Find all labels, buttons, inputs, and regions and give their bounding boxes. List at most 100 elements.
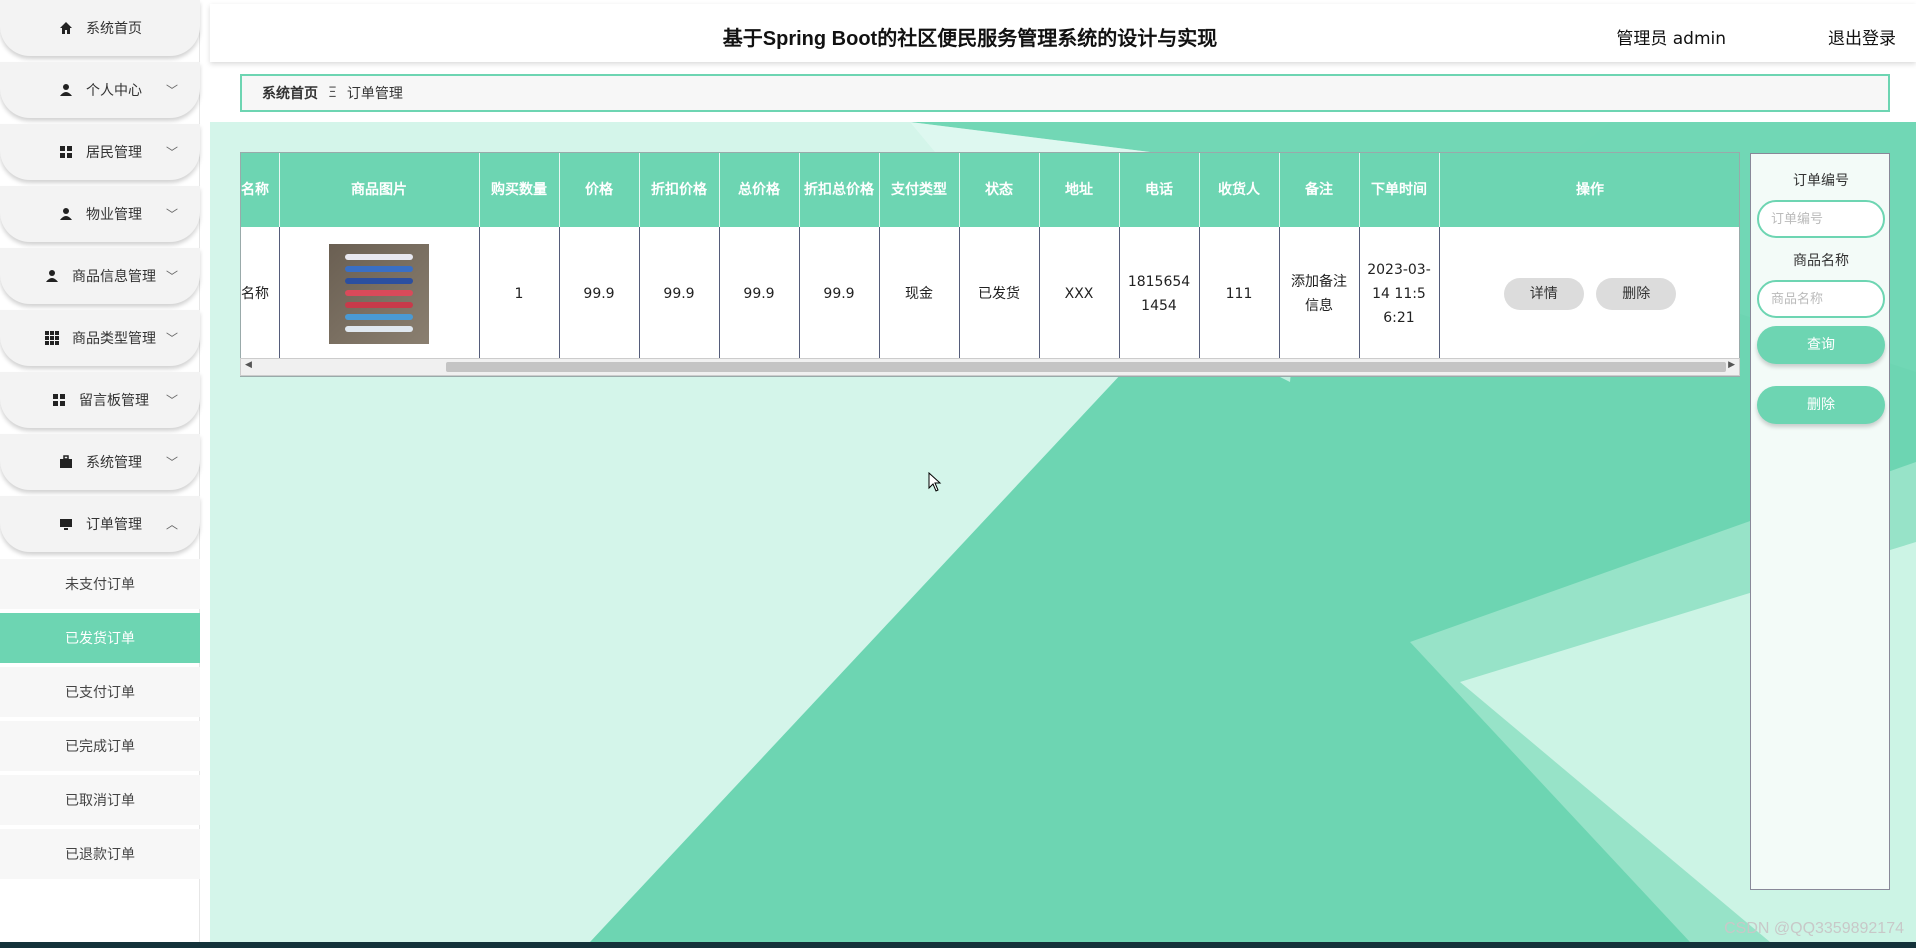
- user-icon: [58, 206, 74, 222]
- chevron-down-icon: ﹀: [165, 83, 178, 98]
- chevron-down-icon: ﹀: [165, 331, 178, 346]
- sub-item-completed-orders[interactable]: 已完成订单: [0, 721, 200, 771]
- sub-item-unpaid-orders[interactable]: 未支付订单: [0, 559, 200, 609]
- col-header: 支付类型: [879, 153, 960, 227]
- sidebar-item-product-type[interactable]: 商品类型管理 ﹀: [0, 310, 200, 366]
- sub-item-refunded-orders[interactable]: 已退款订单: [0, 829, 200, 879]
- col-header: 价格: [559, 153, 640, 227]
- toothbrush-shape: [345, 301, 413, 308]
- logout-link[interactable]: 退出登录: [1828, 24, 1896, 49]
- breadcrumb-separator: Ξ: [328, 85, 337, 101]
- col-header: 折扣总价格: [799, 153, 880, 227]
- cell-actions: 详情 删除: [1439, 227, 1739, 360]
- grid-icon: [51, 392, 67, 408]
- detail-button[interactable]: 详情: [1503, 277, 1584, 310]
- sidebar-item-residents[interactable]: 居民管理 ﹀: [0, 124, 200, 180]
- scroll-right-icon[interactable]: ▶: [1728, 360, 1735, 370]
- watermark: CSDN @QQ3359892174: [1724, 920, 1904, 937]
- sidebar-item-label: 个人中心: [86, 83, 142, 99]
- home-icon: [58, 20, 74, 36]
- cell-order-time: 2023-03-14 11:56:21: [1359, 227, 1440, 360]
- sidebar-item-label: 商品类型管理: [72, 331, 156, 347]
- order-no-input[interactable]: [1757, 200, 1885, 238]
- breadcrumb-home[interactable]: 系统首页: [262, 83, 318, 103]
- breadcrumb-current: 订单管理: [346, 86, 403, 102]
- col-header: 状态: [959, 153, 1040, 227]
- sidebar-item-property[interactable]: 物业管理 ﹀: [0, 186, 200, 242]
- order-no-label: 订单编号: [1793, 173, 1849, 189]
- grid9-icon: [44, 330, 60, 346]
- sub-item-shipped-orders[interactable]: 已发货订单: [0, 613, 200, 663]
- top-header: 基于Spring Boot的社区便民服务管理系统的设计与实现 管理员 admin…: [210, 4, 1916, 62]
- col-header: 折扣价格: [639, 153, 720, 227]
- sidebar-item-label: 留言板管理: [79, 393, 149, 409]
- cell-product-image: [279, 227, 480, 360]
- cell-discount-total: 99.9: [799, 227, 880, 360]
- chevron-down-icon: ﹀: [165, 145, 178, 160]
- orders-table: 名称 商品图片 购买数量 价格 折扣价格 总价格 折扣总价格 支付类型 状态 地…: [240, 152, 1740, 377]
- product-image: [329, 243, 429, 344]
- table-header-row: 名称 商品图片 购买数量 价格 折扣价格 总价格 折扣总价格 支付类型 状态 地…: [241, 153, 1739, 227]
- sidebar-item-label: 订单管理: [86, 517, 142, 533]
- toothbrush-shape: [345, 265, 413, 272]
- cell-address: XXX: [1039, 227, 1120, 360]
- col-header: 电话: [1119, 153, 1200, 227]
- scrollbar-thumb[interactable]: [446, 362, 1726, 372]
- col-header: 商品图片: [279, 153, 480, 227]
- product-name-input[interactable]: [1757, 280, 1885, 318]
- admin-label: 管理员 admin: [1616, 29, 1726, 49]
- col-header: 下单时间: [1359, 153, 1440, 227]
- user-icon: [58, 82, 74, 98]
- col-header: 操作: [1439, 153, 1739, 227]
- cell-price: 99.9: [559, 227, 640, 360]
- toothbrush-shape: [345, 313, 413, 320]
- sidebar-item-system[interactable]: 系统管理 ﹀: [0, 434, 200, 490]
- col-header: 地址: [1039, 153, 1120, 227]
- user-icon: [44, 268, 60, 284]
- col-header: 总价格: [719, 153, 800, 227]
- toothbrush-shape: [345, 277, 413, 284]
- briefcase-icon: [58, 454, 74, 470]
- table-row: 名称 1 99.9 99.9 99.9 99.9 现金 已发货 XXX 1815…: [241, 227, 1739, 360]
- sidebar-item-message-board[interactable]: 留言板管理 ﹀: [0, 372, 200, 428]
- chevron-down-icon: ﹀: [165, 393, 178, 408]
- cell-quantity: 1: [479, 227, 560, 360]
- search-panel: 订单编号 商品名称 查询 删除: [1750, 153, 1890, 890]
- sub-item-cancelled-orders[interactable]: 已取消订单: [0, 775, 200, 825]
- col-header: 购买数量: [479, 153, 560, 227]
- sidebar-item-label: 商品信息管理: [72, 269, 156, 285]
- cell-discount-price: 99.9: [639, 227, 720, 360]
- cell-total: 99.9: [719, 227, 800, 360]
- grid-icon: [58, 144, 74, 160]
- toothbrush-shape: [345, 253, 413, 260]
- sub-item-paid-orders[interactable]: 已支付订单: [0, 667, 200, 717]
- col-header: 备注: [1279, 153, 1360, 227]
- sidebar-item-product-info[interactable]: 商品信息管理 ﹀: [0, 248, 200, 304]
- sidebar-item-label: 系统管理: [86, 455, 142, 471]
- horizontal-scrollbar[interactable]: ◀ ▶: [240, 358, 1740, 376]
- sidebar-item-label: 居民管理: [86, 145, 142, 161]
- cell-remark: 添加备注信息: [1279, 227, 1360, 360]
- sidebar-item-label: 物业管理: [86, 207, 142, 223]
- delete-button[interactable]: 删除: [1757, 386, 1885, 424]
- product-name-label: 商品名称: [1793, 253, 1849, 269]
- sidebar-item-label: 系统首页: [86, 21, 142, 37]
- mouse-cursor-icon: [928, 471, 942, 496]
- scroll-left-icon[interactable]: ◀: [245, 360, 252, 370]
- chevron-down-icon: ﹀: [165, 207, 178, 222]
- breadcrumb: 系统首页 Ξ 订单管理: [240, 74, 1890, 112]
- sidebar-item-orders[interactable]: 订单管理 ︿: [0, 496, 200, 552]
- cell-status: 已发货: [959, 227, 1040, 360]
- chevron-down-icon: ﹀: [165, 455, 178, 470]
- sidebar-item-personal-center[interactable]: 个人中心 ﹀: [0, 62, 200, 118]
- toothbrush-shape: [345, 325, 413, 332]
- taskbar: [0, 942, 1916, 948]
- monitor-icon: [58, 516, 74, 532]
- col-header: 收货人: [1199, 153, 1280, 227]
- page-title: 基于Spring Boot的社区便民服务管理系统的设计与实现: [722, 28, 1218, 50]
- cell-receiver: 111: [1199, 227, 1280, 360]
- sidebar-item-home[interactable]: 系统首页: [0, 0, 200, 56]
- delete-row-button[interactable]: 删除: [1596, 277, 1677, 310]
- col-header: 名称: [241, 153, 280, 227]
- query-button[interactable]: 查询: [1757, 326, 1885, 364]
